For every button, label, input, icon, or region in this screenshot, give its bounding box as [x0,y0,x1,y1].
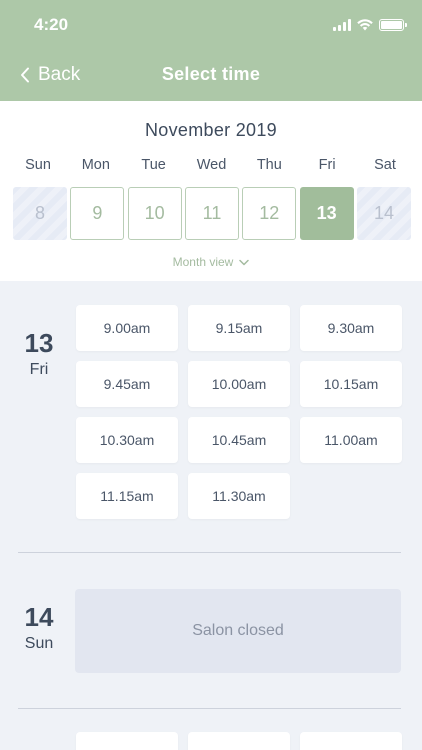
time-slot[interactable]: 11.15am [76,473,178,519]
date-label-13: 13 Fri [0,328,78,379]
time-slot[interactable]: 11.00am [300,417,402,463]
day-cell-9[interactable]: 9 [70,187,125,240]
time-slot[interactable]: 10.00am [188,361,290,407]
date-weekday: Sun [24,635,54,652]
day-cell-11[interactable]: 11 [184,187,239,240]
day-cell-10[interactable]: 10 [127,187,182,240]
time-slot[interactable]: 10.30am [76,417,178,463]
page-title: Select time [161,64,261,84]
weekday-label: Sat [374,157,396,173]
time-slot-partial[interactable] [188,732,290,750]
time-slot[interactable]: 9.30am [300,305,402,351]
signal-icon [333,19,351,31]
time-slot[interactable]: 10.45am [188,417,290,463]
day-cell-12[interactable]: 12 [242,187,297,240]
weekday-label: Wed [196,157,227,173]
section-divider [18,708,401,709]
month-title: November 2019 [145,120,277,140]
day-cell-14: 14 [356,187,411,240]
time-slot-partial[interactable] [76,732,178,750]
day-row: 8 9 10 11 12 13 14 [13,187,411,240]
month-view-toggle[interactable]: Month view [0,255,422,269]
date-label-14: 14 Sun [0,602,78,653]
time-slot[interactable]: 9.45am [76,361,178,407]
day-cell-8: 8 [13,187,67,240]
status-icons [333,17,407,31]
salon-closed-notice: Salon closed [75,589,401,673]
weekday-label: Tue [141,157,166,173]
weekday-label: Mon [81,157,110,173]
day-cell-13-selected[interactable]: 13 [299,187,354,240]
weekday-row: Sun Mon Tue Wed Thu Fri Sat [11,157,412,173]
month-view-label: Month view [172,255,234,269]
weekday-label: Sun [25,157,51,173]
wifi-icon [357,19,373,31]
weekday-label: Thu [256,157,282,173]
time-slot-partial[interactable] [300,732,402,750]
status-time: 4:20 [34,15,69,34]
section-divider [18,552,401,553]
time-slot[interactable]: 10.15am [300,361,402,407]
date-number: 13 [24,328,54,358]
app-header: 4:20 Back Select time [0,0,422,101]
chevron-down-icon [239,259,250,265]
week-calendar: November 2019 Sun Mon Tue Wed Thu Fri Sa… [0,101,422,281]
time-slot[interactable]: 9.15am [188,305,290,351]
time-slot[interactable]: 11.30am [188,473,290,519]
battery-icon [379,19,407,31]
date-number: 14 [24,602,54,632]
date-weekday: Fri [29,361,49,378]
time-slot[interactable]: 9.00am [76,305,178,351]
weekday-label: Fri [318,157,336,173]
